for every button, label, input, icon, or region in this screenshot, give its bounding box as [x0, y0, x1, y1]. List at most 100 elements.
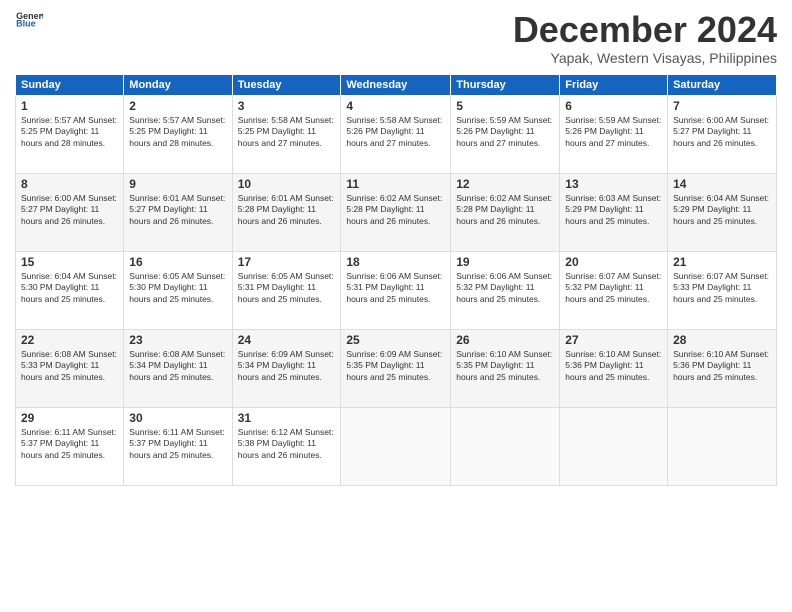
title-section: December 2024 Yapak, Western Visayas, Ph…: [513, 10, 777, 66]
header-sunday: Sunday: [16, 74, 124, 95]
day-info: Sunrise: 6:01 AM Sunset: 5:28 PM Dayligh…: [238, 193, 336, 229]
header: General Blue December 2024 Yapak, Wester…: [15, 10, 777, 66]
day-info: Sunrise: 6:07 AM Sunset: 5:33 PM Dayligh…: [673, 271, 771, 307]
week-row-4: 22Sunrise: 6:08 AM Sunset: 5:33 PM Dayli…: [16, 329, 777, 407]
day-number: 9: [129, 177, 226, 191]
day-info: Sunrise: 6:10 AM Sunset: 5:36 PM Dayligh…: [673, 349, 771, 385]
table-row: 23 Sunrise: 6:08 AM Sunset: 5:34 PM Dayli…: [124, 329, 232, 407]
day-info: Sunrise: 6:12 AM Sunset: 5:38 PM Dayligh…: [238, 427, 336, 463]
day-info: Sunrise: 5:58 AM Sunset: 5:26 PM Dayligh…: [346, 115, 445, 151]
page: General Blue December 2024 Yapak, Wester…: [0, 0, 792, 612]
day-number: 6: [565, 99, 662, 113]
header-friday: Friday: [560, 74, 668, 95]
table-row: 4Sunrise: 5:58 AM Sunset: 5:26 PM Daylig…: [341, 95, 451, 173]
day-number: 12: [456, 177, 554, 191]
day-number: 29: [21, 411, 118, 425]
header-thursday: Thursday: [451, 74, 560, 95]
table-row: 31 Sunrise: 6:12 AM Sunset: 5:38 PM Dayli…: [232, 407, 341, 485]
day-number: 2: [129, 99, 226, 113]
day-info: Sunrise: 6:09 AM Sunset: 5:35 PM Dayligh…: [346, 349, 445, 385]
day-info: Sunrise: 6:02 AM Sunset: 5:28 PM Dayligh…: [346, 193, 445, 229]
day-number: 24: [238, 333, 336, 347]
day-number: 7: [673, 99, 771, 113]
header-saturday: Saturday: [668, 74, 777, 95]
week-row-5: 29 Sunrise: 6:11 AM Sunset: 5:37 PM Dayli…: [16, 407, 777, 485]
day-number: 26: [456, 333, 554, 347]
day-info: Sunrise: 6:01 AM Sunset: 5:27 PM Dayligh…: [129, 193, 226, 229]
table-row: 1 Sunrise: 5:57 AM Sunset: 5:25 PM Daylig…: [16, 95, 124, 173]
table-row: 7 Sunrise: 6:00 AM Sunset: 5:27 PM Daylig…: [668, 95, 777, 173]
day-info: Sunrise: 5:59 AM Sunset: 5:26 PM Dayligh…: [456, 115, 554, 151]
day-number: 25: [346, 333, 445, 347]
table-row: [451, 407, 560, 485]
day-info: Sunrise: 5:59 AM Sunset: 5:26 PM Dayligh…: [565, 115, 662, 151]
table-row: 29 Sunrise: 6:11 AM Sunset: 5:37 PM Dayli…: [16, 407, 124, 485]
header-wednesday: Wednesday: [341, 74, 451, 95]
day-number: 8: [21, 177, 118, 191]
table-row: 18 Sunrise: 6:06 AM Sunset: 5:31 PM Dayli…: [341, 251, 451, 329]
table-row: 8 Sunrise: 6:00 AM Sunset: 5:27 PM Daylig…: [16, 173, 124, 251]
day-info: Sunrise: 6:10 AM Sunset: 5:35 PM Dayligh…: [456, 349, 554, 385]
table-row: 20Sunrise: 6:07 AM Sunset: 5:32 PM Dayli…: [560, 251, 668, 329]
table-row: 15Sunrise: 6:04 AM Sunset: 5:30 PM Dayli…: [16, 251, 124, 329]
table-row: [560, 407, 668, 485]
table-row: 24 Sunrise: 6:09 AM Sunset: 5:34 PM Dayli…: [232, 329, 341, 407]
day-number: 22: [21, 333, 118, 347]
day-number: 20: [565, 255, 662, 269]
table-row: 19Sunrise: 6:06 AM Sunset: 5:32 PM Dayli…: [451, 251, 560, 329]
day-number: 28: [673, 333, 771, 347]
table-row: 13Sunrise: 6:03 AM Sunset: 5:29 PM Dayli…: [560, 173, 668, 251]
day-number: 16: [129, 255, 226, 269]
day-info: Sunrise: 6:08 AM Sunset: 5:34 PM Dayligh…: [129, 349, 226, 385]
week-row-2: 8 Sunrise: 6:00 AM Sunset: 5:27 PM Daylig…: [16, 173, 777, 251]
day-info: Sunrise: 6:06 AM Sunset: 5:31 PM Dayligh…: [346, 271, 445, 307]
day-info: Sunrise: 6:09 AM Sunset: 5:34 PM Dayligh…: [238, 349, 336, 385]
table-row: 5 Sunrise: 5:59 AM Sunset: 5:26 PM Daylig…: [451, 95, 560, 173]
day-info: Sunrise: 6:11 AM Sunset: 5:37 PM Dayligh…: [129, 427, 226, 463]
table-row: 17 Sunrise: 6:05 AM Sunset: 5:31 PM Dayli…: [232, 251, 341, 329]
day-info: Sunrise: 6:03 AM Sunset: 5:29 PM Dayligh…: [565, 193, 662, 229]
day-number: 10: [238, 177, 336, 191]
table-row: 25 Sunrise: 6:09 AM Sunset: 5:35 PM Dayli…: [341, 329, 451, 407]
day-number: 30: [129, 411, 226, 425]
day-number: 18: [346, 255, 445, 269]
table-row: 9 Sunrise: 6:01 AM Sunset: 5:27 PM Daylig…: [124, 173, 232, 251]
svg-text:Blue: Blue: [16, 19, 36, 28]
day-number: 17: [238, 255, 336, 269]
day-info: Sunrise: 6:11 AM Sunset: 5:37 PM Dayligh…: [21, 427, 118, 463]
day-number: 1: [21, 99, 118, 113]
day-info: Sunrise: 6:05 AM Sunset: 5:30 PM Dayligh…: [129, 271, 226, 307]
day-info: Sunrise: 6:00 AM Sunset: 5:27 PM Dayligh…: [21, 193, 118, 229]
logo: General Blue: [15, 10, 43, 28]
table-row: 14Sunrise: 6:04 AM Sunset: 5:29 PM Dayli…: [668, 173, 777, 251]
table-row: 30 Sunrise: 6:11 AM Sunset: 5:37 PM Dayli…: [124, 407, 232, 485]
table-row: 26 Sunrise: 6:10 AM Sunset: 5:35 PM Dayli…: [451, 329, 560, 407]
day-info: Sunrise: 5:57 AM Sunset: 5:25 PM Dayligh…: [21, 115, 118, 151]
day-info: Sunrise: 5:57 AM Sunset: 5:25 PM Dayligh…: [129, 115, 226, 151]
logo-icon: General Blue: [15, 10, 43, 28]
day-number: 15: [21, 255, 118, 269]
day-number: 23: [129, 333, 226, 347]
day-info: Sunrise: 6:00 AM Sunset: 5:27 PM Dayligh…: [673, 115, 771, 151]
table-row: 11 Sunrise: 6:02 AM Sunset: 5:28 PM Dayli…: [341, 173, 451, 251]
week-row-1: 1 Sunrise: 5:57 AM Sunset: 5:25 PM Daylig…: [16, 95, 777, 173]
week-row-3: 15Sunrise: 6:04 AM Sunset: 5:30 PM Dayli…: [16, 251, 777, 329]
day-number: 19: [456, 255, 554, 269]
day-number: 27: [565, 333, 662, 347]
table-row: 28 Sunrise: 6:10 AM Sunset: 5:36 PM Dayli…: [668, 329, 777, 407]
month-title: December 2024: [513, 10, 777, 50]
day-info: Sunrise: 6:05 AM Sunset: 5:31 PM Dayligh…: [238, 271, 336, 307]
day-number: 11: [346, 177, 445, 191]
location: Yapak, Western Visayas, Philippines: [513, 50, 777, 66]
day-number: 31: [238, 411, 336, 425]
header-tuesday: Tuesday: [232, 74, 341, 95]
table-row: 6 Sunrise: 5:59 AM Sunset: 5:26 PM Daylig…: [560, 95, 668, 173]
day-info: Sunrise: 6:10 AM Sunset: 5:36 PM Dayligh…: [565, 349, 662, 385]
header-monday: Monday: [124, 74, 232, 95]
table-row: [668, 407, 777, 485]
table-row: 22Sunrise: 6:08 AM Sunset: 5:33 PM Dayli…: [16, 329, 124, 407]
day-info: Sunrise: 6:04 AM Sunset: 5:29 PM Dayligh…: [673, 193, 771, 229]
day-number: 21: [673, 255, 771, 269]
day-info: Sunrise: 5:58 AM Sunset: 5:25 PM Dayligh…: [238, 115, 336, 151]
day-number: 5: [456, 99, 554, 113]
